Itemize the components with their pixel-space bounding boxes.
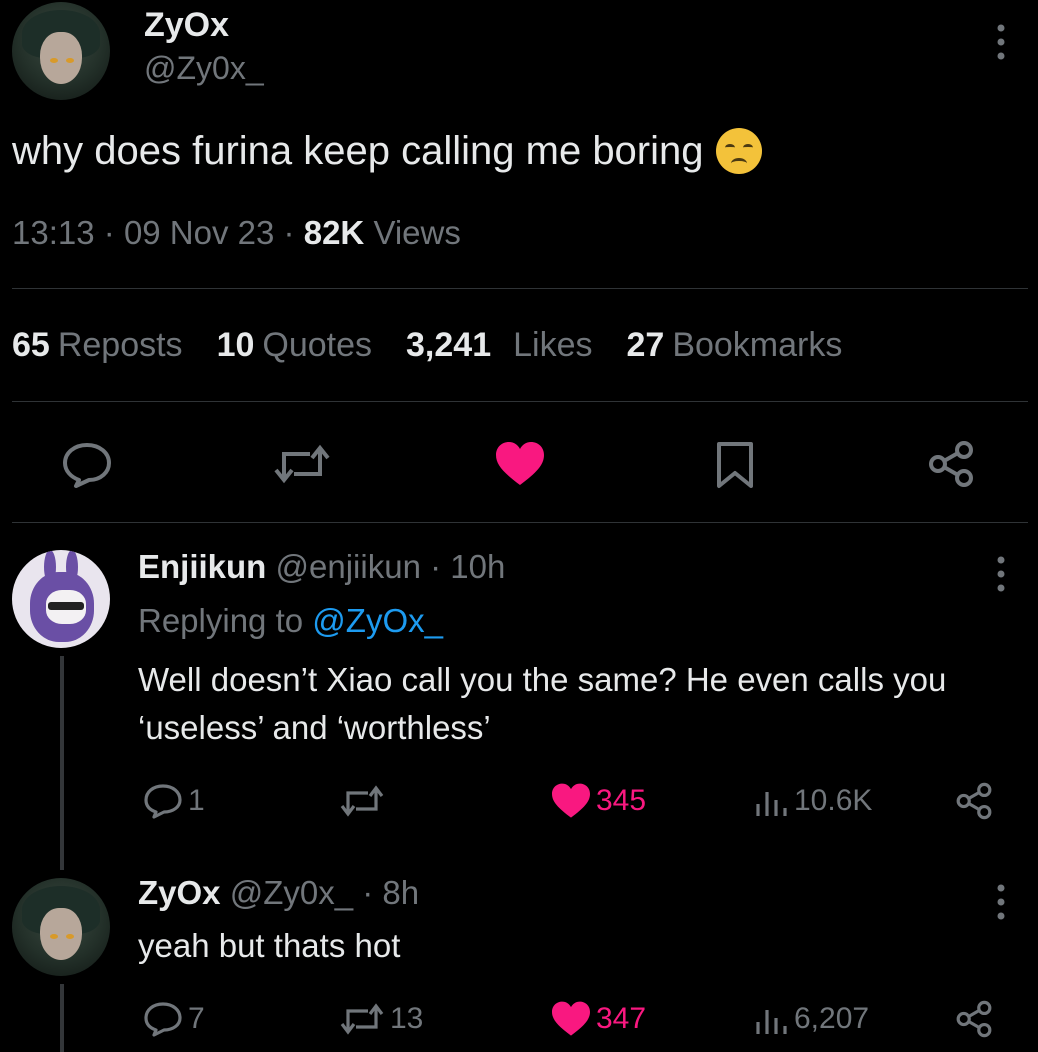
like-icon — [550, 782, 592, 820]
views-button[interactable]: 10.6K — [754, 782, 872, 820]
thread-line — [60, 656, 64, 870]
likes-count: 3,241 — [406, 326, 492, 364]
reply-author-handle[interactable]: @enjiikun — [276, 548, 421, 585]
share-icon — [954, 782, 994, 820]
bookmarks-label: Bookmarks — [672, 326, 843, 364]
like-count: 345 — [596, 784, 647, 817]
quotes-count: 10 — [216, 326, 255, 364]
likes-label: Likes — [513, 326, 593, 364]
analytics-icon — [754, 1000, 790, 1038]
engagement-stats: 65 Reposts 10 Quotes 3,241 Likes 27 Bookmark… — [12, 326, 842, 365]
reply-author-name[interactable]: ZyOx — [138, 874, 221, 911]
like-button[interactable]: 345 — [550, 782, 646, 820]
divider — [12, 401, 1028, 402]
more-options-icon[interactable] — [994, 882, 1008, 922]
quotes-stat[interactable]: 10 Quotes — [217, 326, 372, 365]
like-button[interactable]: 347 — [550, 1000, 646, 1038]
reply-avatar[interactable] — [12, 550, 110, 648]
reply-text-line: yeah but thats hot — [138, 927, 401, 964]
more-options-icon[interactable] — [994, 554, 1008, 594]
tweet-date[interactable]: 09 Nov 23 — [124, 214, 274, 251]
reply-text: Well doesn’t Xiao call you the same? He … — [138, 656, 946, 752]
divider — [12, 288, 1028, 289]
bookmarks-count: 27 — [626, 326, 665, 364]
reply-time[interactable]: · 8h — [362, 874, 419, 911]
share-icon — [954, 1000, 994, 1038]
tweet-time[interactable]: 13:13 — [12, 214, 95, 251]
reply-avatar[interactable] — [12, 878, 110, 976]
disappointed-face-icon — [715, 128, 762, 174]
reply-icon — [142, 1000, 184, 1038]
bookmark-icon[interactable] — [714, 440, 756, 490]
repost-icon — [338, 1000, 386, 1038]
meta-separator: · — [103, 214, 115, 251]
reposts-count: 65 — [12, 326, 50, 364]
tweet-text: why does furina keep calling me boring — [12, 128, 762, 174]
like-icon — [550, 1000, 592, 1038]
tweet-text-content: why does furina keep calling me boring — [12, 128, 704, 173]
analytics-icon — [754, 782, 790, 820]
reposts-label: Reposts — [57, 326, 183, 364]
share-button[interactable] — [954, 1000, 994, 1038]
reply-button[interactable]: 1 — [142, 782, 205, 820]
reply-author-handle[interactable]: @Zy0x_ — [230, 874, 353, 911]
reply-header: Enjiikun @enjiikun · 10h — [138, 548, 505, 586]
reply-count: 7 — [188, 1002, 205, 1035]
views-button[interactable]: 6,207 — [754, 1000, 869, 1038]
divider — [12, 522, 1028, 523]
views-label: Views — [373, 214, 461, 251]
repost-icon — [338, 782, 386, 820]
repost-count: 13 — [390, 1002, 424, 1035]
author-avatar[interactable] — [12, 2, 110, 100]
reply-text-line: Well doesn’t Xiao call you the same? He … — [138, 661, 947, 698]
replying-to-handle[interactable]: @ZyOx_ — [312, 602, 443, 639]
likes-stat[interactable]: 3,241 Likes — [406, 326, 592, 365]
author-handle[interactable]: @Zy0x_ — [144, 50, 264, 87]
like-icon[interactable] — [494, 440, 546, 488]
meta-separator: · — [283, 214, 295, 251]
reply-text-line: ‘useless’ and ‘worthless’ — [138, 709, 491, 746]
repost-button[interactable] — [338, 782, 390, 820]
reply-author-name[interactable]: Enjiikun — [138, 548, 266, 585]
bookmarks-stat[interactable]: 27 Bookmarks — [626, 326, 842, 365]
reply-header: ZyOx @Zy0x_ · 8h — [138, 874, 419, 912]
reply-text: yeah but thats hot — [138, 922, 400, 970]
repost-button[interactable]: 13 — [338, 1000, 423, 1038]
reply-count: 1 — [188, 784, 205, 817]
views-count: 10.6K — [794, 784, 873, 817]
tweet-meta: 13:13 · 09 Nov 23 · 82K Views — [12, 214, 461, 252]
repost-icon[interactable] — [272, 440, 332, 488]
reply-icon — [142, 782, 184, 820]
like-count: 347 — [596, 1002, 647, 1035]
reposts-stat[interactable]: 65 Reposts — [12, 326, 183, 365]
replying-to-label: Replying to — [138, 602, 304, 639]
views-count: 6,207 — [794, 1002, 870, 1035]
thread-line — [60, 984, 64, 1052]
replying-to: Replying to @ZyOx_ — [138, 602, 443, 640]
views-count: 82K — [303, 214, 365, 251]
author-name[interactable]: ZyOx — [144, 6, 229, 45]
more-options-icon[interactable] — [994, 22, 1008, 62]
quotes-label: Quotes — [262, 326, 373, 364]
reply-icon[interactable] — [60, 440, 114, 488]
share-icon[interactable] — [926, 440, 976, 488]
reply-time[interactable]: · 10h — [430, 548, 505, 585]
reply-button[interactable]: 7 — [142, 1000, 205, 1038]
share-button[interactable] — [954, 782, 994, 820]
